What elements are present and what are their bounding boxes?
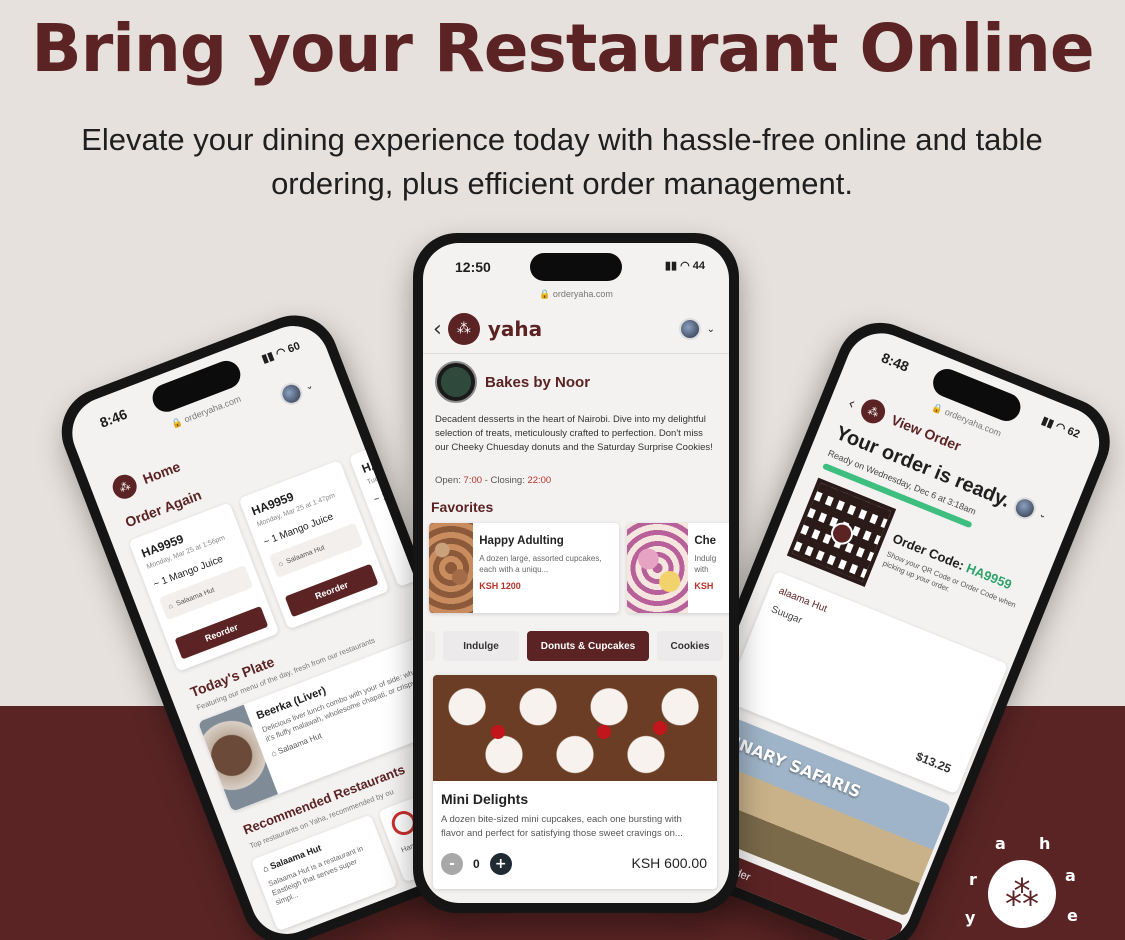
restaurant-logo <box>435 361 477 403</box>
seal-letter: h <box>1039 834 1051 853</box>
quantity-value: 0 <box>473 857 480 871</box>
favorite-image <box>429 523 474 613</box>
restaurant-header: Bakes by Noor <box>435 361 590 403</box>
cherry-decoration <box>597 725 611 739</box>
hours-close-label: - Closing: <box>482 475 528 486</box>
order-total: $13.25 <box>913 749 954 776</box>
chevron-left-icon[interactable]: ‹ <box>845 393 858 413</box>
favorite-image <box>627 523 689 613</box>
top-nav: ‹ ⁂ yaha ⌄ <box>433 311 715 347</box>
restaurant-description: Decadent desserts in the heart of Nairob… <box>435 414 713 453</box>
brand-name: yaha <box>487 317 543 341</box>
battery-level: 44 <box>692 260 705 272</box>
open-time: 7:00 <box>463 475 483 486</box>
restaurant-logo-icon: ⌂ <box>167 602 174 611</box>
cherry-decoration <box>653 721 667 735</box>
grape-logo-icon: ⁂ <box>109 471 141 503</box>
favorite-card[interactable]: Che Indulg with KSH <box>627 523 729 613</box>
status-time: 12:50 <box>455 259 491 275</box>
seal-letter: r <box>969 870 977 889</box>
restaurant-name: Salaama Hut <box>175 586 216 608</box>
restaurant-name: Bakes by Noor <box>485 373 591 391</box>
product-price: KSH 600.00 <box>631 855 708 871</box>
phone-screen: 12:50 ▮▮ ◠ 44 🔒 orderyaha.com ‹ ⁂ yaha ⌄… <box>423 243 729 903</box>
nav-home-label: Home <box>140 458 183 488</box>
battery-level: 60 <box>286 340 302 356</box>
seal-letter: y <box>965 908 976 927</box>
chevron-down-icon: ⌄ <box>1037 509 1049 522</box>
reorder-button[interactable]: Reorder <box>174 606 269 660</box>
divider <box>423 353 729 354</box>
seal-letter: e <box>1067 906 1078 925</box>
favorites-title: Favorites <box>431 499 494 515</box>
tab-cookies[interactable]: Cookies <box>657 631 723 661</box>
opening-hours: Open: 7:00 - Closing: 22:00 <box>435 475 551 486</box>
increment-button[interactable]: + <box>489 853 512 875</box>
chevron-down-icon: ⌄ <box>304 380 315 393</box>
phone-restaurant-menu: 12:50 ▮▮ ◠ 44 🔒 orderyaha.com ‹ ⁂ yaha ⌄… <box>413 233 739 913</box>
product-card[interactable]: Mini Delights A dozen bite-sized mini cu… <box>433 675 717 889</box>
close-time: 22:00 <box>527 475 552 486</box>
grape-logo-icon: ⁂ <box>857 395 890 428</box>
battery-level: 62 <box>1065 425 1082 441</box>
tab-indulge[interactable]: Indulge <box>443 631 519 661</box>
signal-wifi-battery-icon: ▮▮ ◠ 60 <box>260 340 302 366</box>
reorder-button[interactable]: Reorder <box>284 563 379 618</box>
url-bar[interactable]: 🔒 orderyaha.com <box>423 289 729 300</box>
subheadline: Elevate your dining experience today wit… <box>81 122 1043 201</box>
hours-open-label: Open: <box>435 475 464 486</box>
restaurant-logo-icon: ⌂ <box>277 559 285 568</box>
order-item: Suugar <box>769 604 804 627</box>
tab-donuts-cupcakes[interactable]: Donuts & Cupcakes <box>527 631 649 661</box>
headline: Bring your Restaurant Online <box>31 10 1094 87</box>
grape-logo-icon <box>827 519 857 548</box>
favorite-price: KSH 1200 <box>479 581 521 591</box>
grape-logo-icon: ⁂ <box>447 313 480 345</box>
restaurant-name: Salaama Hut <box>285 543 326 565</box>
account-menu[interactable]: ⌄ <box>1010 494 1050 527</box>
decrement-button[interactable]: - <box>441 853 463 875</box>
chevron-down-icon: ⌄ <box>706 323 715 335</box>
status-time: 8:48 <box>879 349 912 375</box>
favorite-description: A dozen large, assorted cupcakes, each w… <box>479 554 602 574</box>
account-menu[interactable]: ⌄ <box>678 318 715 340</box>
qr-code <box>786 477 897 587</box>
cherry-decoration <box>491 725 505 739</box>
favorite-price: KSH <box>694 581 714 591</box>
chevron-left-icon[interactable]: ‹ <box>433 317 442 342</box>
signal-wifi-battery-icon: ▮▮ ◠ 62 <box>1039 414 1082 441</box>
status-time: 8:46 <box>97 405 130 431</box>
favorite-description: Indulg with <box>694 554 717 574</box>
url-text: orderyaha.com <box>552 289 613 299</box>
avatar <box>678 318 701 340</box>
grape-logo-icon: ⁂ <box>988 860 1056 928</box>
seal-letter: a <box>995 834 1006 853</box>
phone-notch <box>530 253 622 281</box>
tab-previous[interactable] <box>425 631 435 661</box>
signal-wifi-battery-icon: ▮▮ ◠ 44 <box>664 260 705 272</box>
favorite-title: Happy Adulting <box>479 535 564 547</box>
product-description: A dozen bite-sized mini cupcakes, each o… <box>441 814 683 839</box>
avatar <box>1010 494 1040 523</box>
quantity-stepper: - 0 + <box>441 853 512 875</box>
seal-letter: a <box>1065 866 1076 885</box>
product-image <box>433 675 717 781</box>
favorite-title: Che <box>694 535 717 547</box>
product-name: Mini Delights <box>441 791 529 807</box>
yahare-seal-logo: ⁂ a h a r e y <box>955 830 1085 940</box>
favorite-card[interactable]: Happy Adulting A dozen large, assorted c… <box>429 523 619 613</box>
category-tabs: Indulge Donuts & Cupcakes Cookies <box>423 631 729 661</box>
